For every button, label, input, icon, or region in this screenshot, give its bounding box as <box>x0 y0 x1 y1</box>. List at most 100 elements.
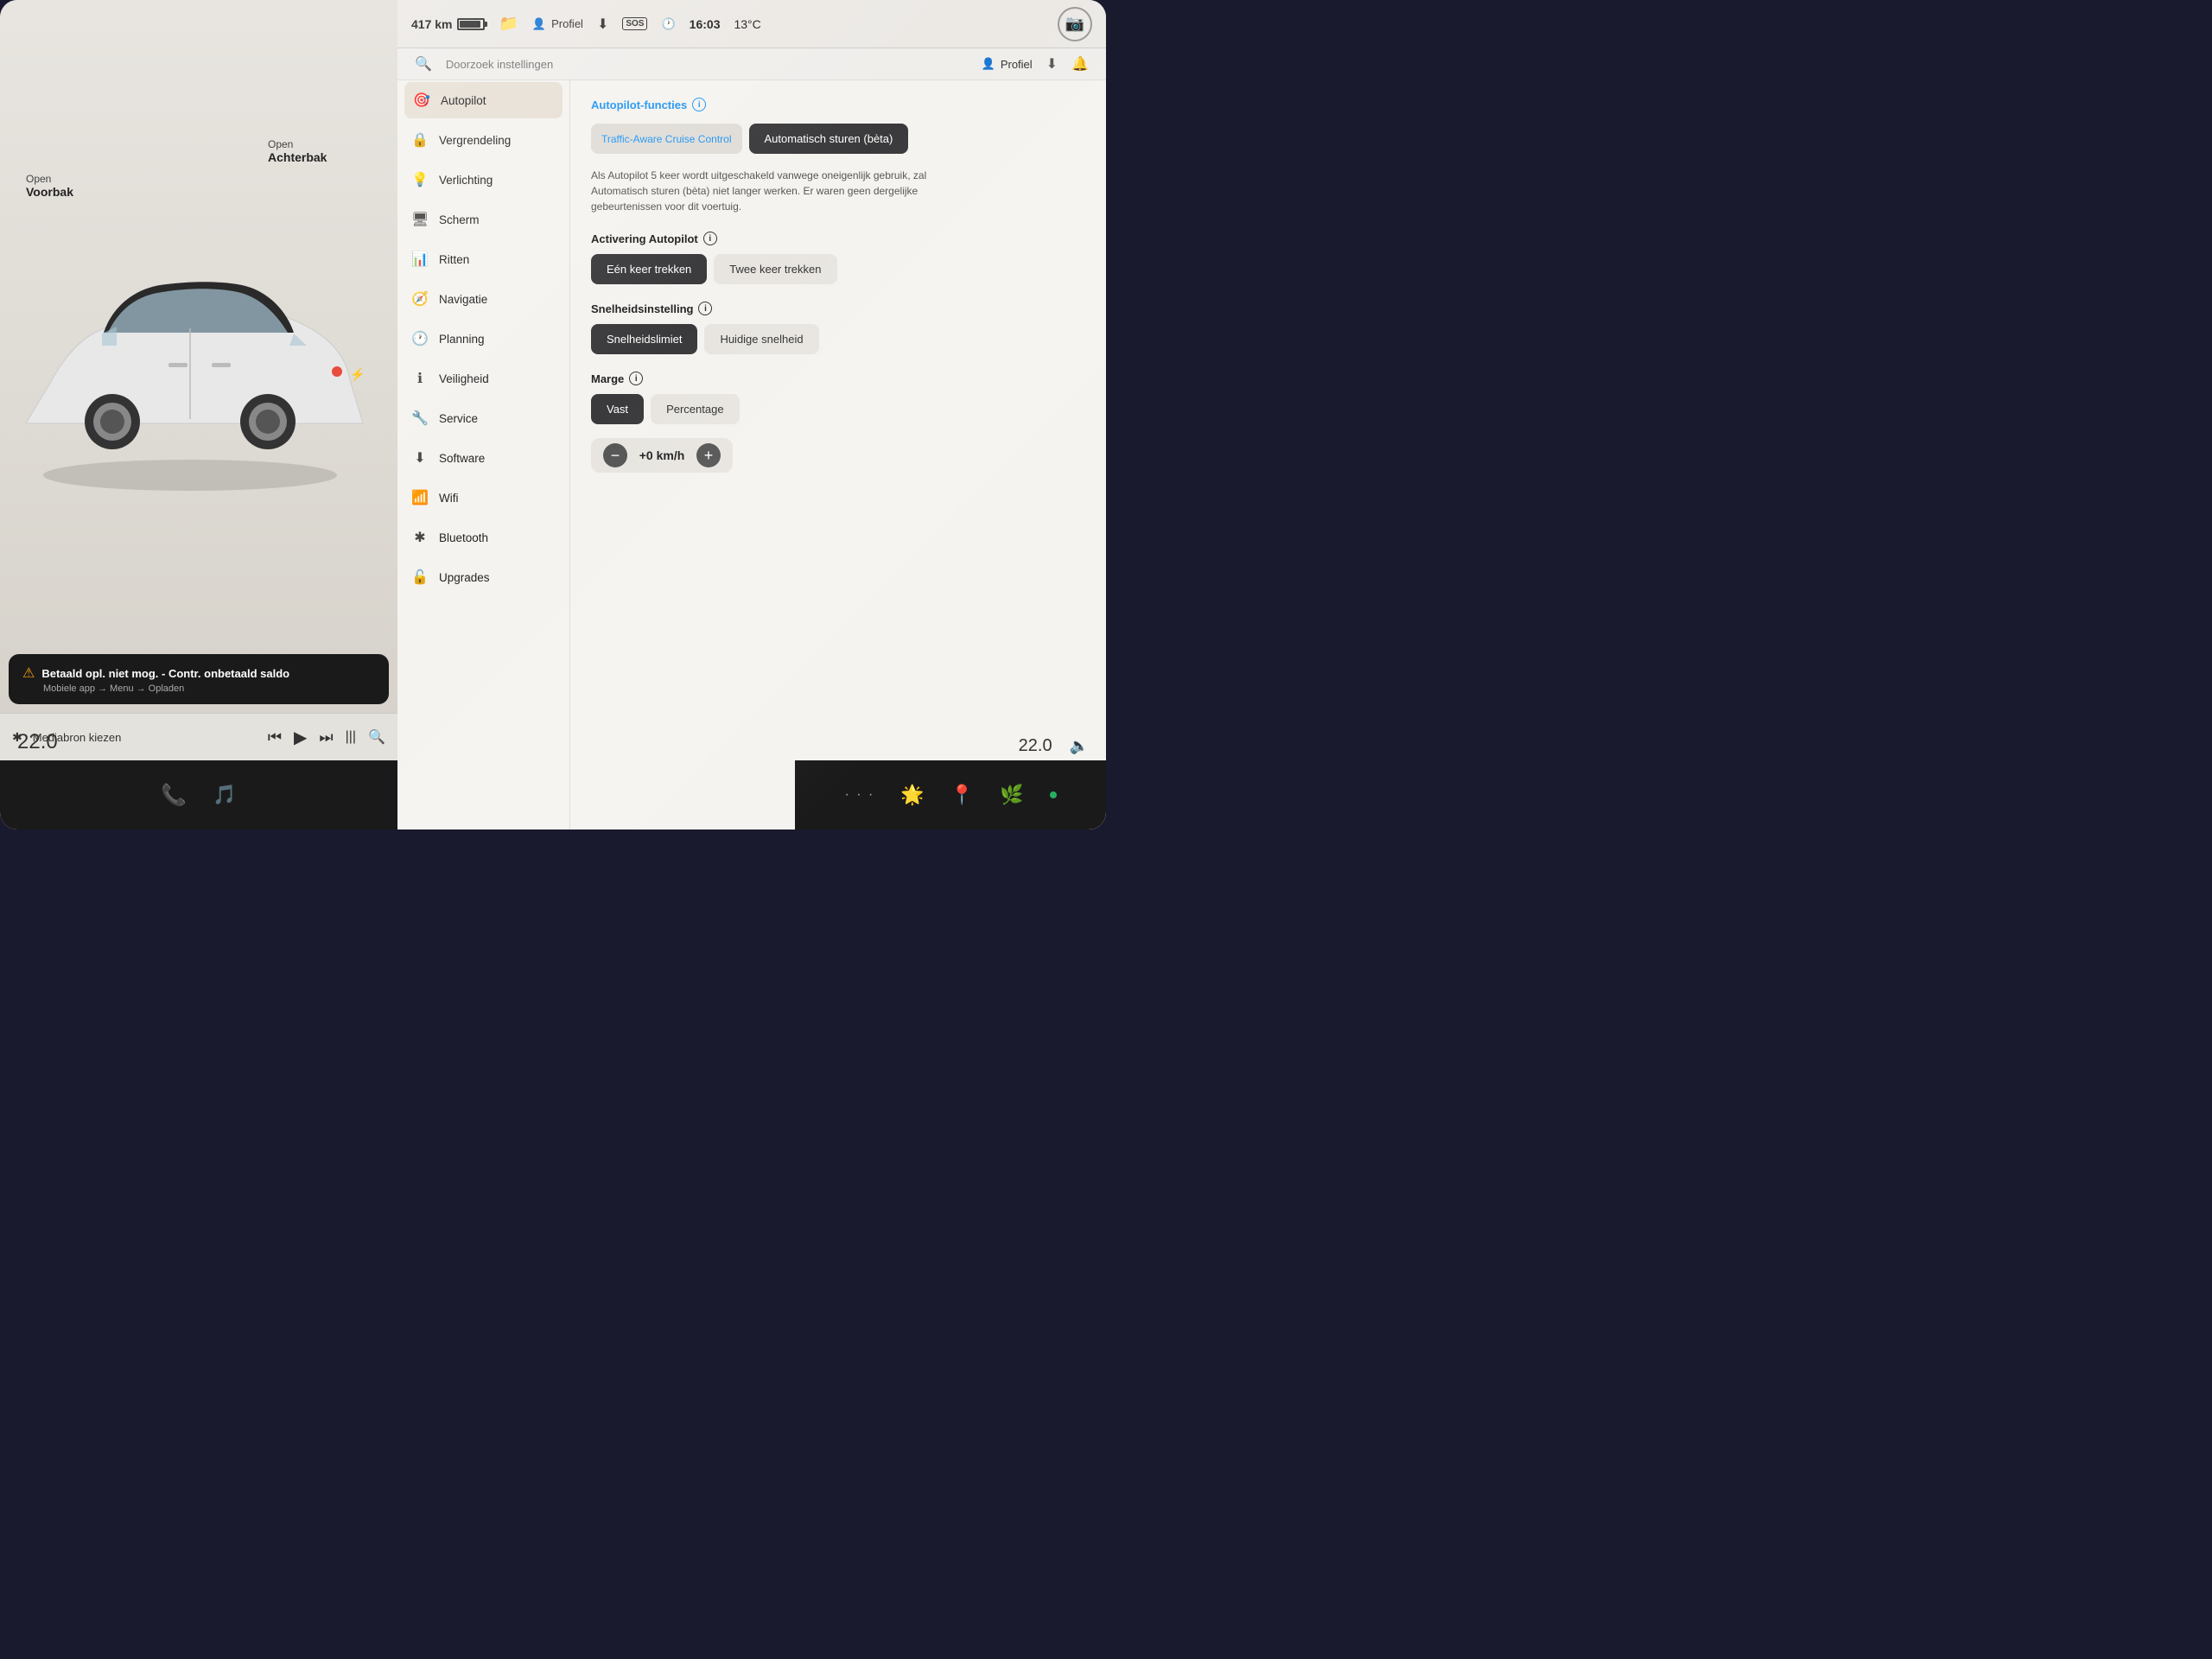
sidebar-item-software[interactable]: ⬇ Software <box>397 438 569 478</box>
info-icon-functies[interactable]: i <box>692 98 706 111</box>
service-icon: 🔧 <box>411 410 429 427</box>
sidebar-item-navigatie[interactable]: 🧭 Navigatie <box>397 279 569 319</box>
dots-icon[interactable]: · · · <box>844 787 874 803</box>
search-media-icon[interactable]: 🔍 <box>368 728 385 746</box>
info-icon-marge[interactable]: i <box>629 372 643 385</box>
sidebar-item-planning[interactable]: 🕐 Planning <box>397 319 569 359</box>
software-icon: ⬇ <box>411 449 429 467</box>
voorbak-label[interactable]: Open Voorbak <box>26 173 73 199</box>
planning-icon: 🕐 <box>411 330 429 347</box>
nav-icon-item: 🧭 <box>411 290 429 308</box>
download-top-icon[interactable]: ⬇ <box>597 16 608 33</box>
info-icon-snelheid[interactable]: i <box>698 302 712 315</box>
profiel-header-label: Profiel <box>1001 58 1033 71</box>
achterbak-label[interactable]: Open Achterbak <box>268 138 327 164</box>
marge-value: +0 km/h <box>636 448 688 462</box>
sidebar-item-verlichting[interactable]: 💡 Verlichting <box>397 160 569 200</box>
veiligheid-icon: ℹ <box>411 370 429 387</box>
prev-track-icon[interactable]: ⏮ <box>268 728 282 747</box>
next-track-icon[interactable]: ⏭ <box>319 728 333 747</box>
planning-label: Planning <box>439 333 485 346</box>
wifi-icon: 📶 <box>411 489 429 506</box>
sidebar-item-veiligheid[interactable]: ℹ Veiligheid <box>397 359 569 398</box>
huidige-snelheid-btn[interactable]: Huidige snelheid <box>704 324 818 354</box>
een-keer-btn[interactable]: Eén keer trekken <box>591 254 707 284</box>
functies-btn-group: Traffic-Aware Cruise Control Automatisch… <box>591 124 1085 154</box>
activering-section: Activering Autopilot i Eén keer trekken … <box>591 232 1085 284</box>
twee-keer-btn[interactable]: Twee keer trekken <box>714 254 836 284</box>
sidebar-item-scherm[interactable]: 🖥 Scherm <box>397 200 569 239</box>
marge-minus-btn[interactable]: − <box>603 443 627 467</box>
snelheid-btn-group: Snelheidslimiet Huidige snelheid <box>591 324 1085 354</box>
activering-title-text: Activering Autopilot <box>591 232 698 245</box>
warning-text: Betaald opl. niet mog. - Contr. onbetaal… <box>41 667 289 680</box>
bell-header-icon[interactable]: 🔔 <box>1071 55 1089 73</box>
phone-icon[interactable]: 📞 <box>161 783 187 808</box>
sidebar-item-upgrades[interactable]: 🔓 Upgrades <box>397 557 569 597</box>
snelheid-section: Snelheidsinstelling i Snelheidslimiet Hu… <box>591 302 1085 354</box>
screen-icon: 🖥 <box>411 211 429 228</box>
play-icon[interactable]: ▶ <box>294 727 307 748</box>
temp-right: 22.0 <box>1019 736 1052 756</box>
upgrades-icon: 🔓 <box>411 569 429 586</box>
tesla-logo-area: 📷 <box>1058 7 1092 41</box>
marge-title-text: Marge <box>591 372 624 385</box>
download-header-icon[interactable]: ⬇ <box>1046 55 1058 73</box>
ritten-label: Ritten <box>439 253 469 266</box>
snelheidslimiet-btn[interactable]: Snelheidslimiet <box>591 324 697 354</box>
main-content: Autopilot-functies i Traffic-Aware Cruis… <box>570 80 1106 830</box>
info-icon-activering[interactable]: i <box>703 232 717 245</box>
vast-btn[interactable]: Vast <box>591 394 644 424</box>
clock-icon: 🕐 <box>661 17 675 31</box>
camera-icon[interactable]: 📷 <box>1058 7 1092 41</box>
sos-badge[interactable]: SOS <box>622 17 647 30</box>
colorful-star-icon[interactable]: 🌟 <box>900 784 924 806</box>
media-section: ✱ Mediabron kiezen ⏮ ▶ ⏭ ||| 🔍 <box>0 713 397 760</box>
vergrendeling-label: Vergrendeling <box>439 134 511 147</box>
autopilot-icon: 🎯 <box>413 92 430 109</box>
left-taskbar: 📞 🎵 <box>0 760 397 830</box>
search-icon-settings: 🔍 <box>415 55 432 73</box>
autopilot-functies-title: Autopilot-functies i <box>591 98 1085 111</box>
profiel-button[interactable]: 👤 Profiel <box>532 17 583 31</box>
activering-btn-group: Eén keer trekken Twee keer trekken <box>591 254 1085 284</box>
sidebar-item-service[interactable]: 🔧 Service <box>397 398 569 438</box>
svg-text:⚡: ⚡ <box>350 367 365 382</box>
snelheid-label: Snelheidsinstelling i <box>591 302 1085 315</box>
sidebar-item-vergrendeling[interactable]: 🔒 Vergrendeling <box>397 120 569 160</box>
verlichting-label: Verlichting <box>439 174 493 187</box>
person-icon-header: 👤 <box>982 57 995 71</box>
bottom-right-area: 22.0 🔈 <box>1019 736 1089 756</box>
taskbar-dot <box>1050 791 1057 798</box>
warning-icon: ⚠ <box>22 664 35 682</box>
marge-section: Marge i Vast Percentage − +0 km/h + <box>591 372 1085 473</box>
equalizer-icon: ||| <box>346 729 356 745</box>
folder-icon[interactable]: 📁 <box>499 15 518 33</box>
autopilot-functies-section: Autopilot-functies i Traffic-Aware Cruis… <box>591 98 1085 214</box>
spotify-icon[interactable]: 🎵 <box>213 784 236 806</box>
sidebar-item-autopilot[interactable]: 🎯 Autopilot <box>404 82 563 118</box>
search-input[interactable] <box>446 58 700 71</box>
traffic-aware-btn[interactable]: Traffic-Aware Cruise Control <box>591 124 742 154</box>
sidebar-item-ritten[interactable]: 📊 Ritten <box>397 239 569 279</box>
profiel-header-btn[interactable]: 👤 Profiel <box>982 57 1033 71</box>
volume-icon[interactable]: 🔈 <box>1070 737 1089 755</box>
sidebar-item-wifi[interactable]: 📶 Wifi <box>397 478 569 518</box>
autopilot-functies-label: Autopilot-functies <box>591 99 687 111</box>
km-value: 417 km <box>411 17 452 31</box>
marge-type-group: Vast Percentage <box>591 394 1085 424</box>
sidebar-item-bluetooth[interactable]: ✱ Bluetooth <box>397 518 569 557</box>
location-icon[interactable]: 📍 <box>950 784 974 806</box>
settings-body: 🎯 Autopilot 🔒 Vergrendeling 💡 Verlichtin… <box>397 80 1106 830</box>
warning-notification[interactable]: ⚠ Betaald opl. niet mog. - Contr. onbeta… <box>9 654 389 704</box>
service-label: Service <box>439 412 478 425</box>
bluetooth-label: Bluetooth <box>439 531 488 544</box>
percentage-btn[interactable]: Percentage <box>651 394 740 424</box>
autopilot-description: Als Autopilot 5 keer wordt uitgeschakeld… <box>591 168 954 214</box>
marge-plus-btn[interactable]: + <box>696 443 721 467</box>
leaf-icon[interactable]: 🌿 <box>1000 784 1023 806</box>
activering-label: Activering Autopilot i <box>591 232 1085 245</box>
person-icon: 👤 <box>532 17 546 31</box>
automatisch-sturen-btn[interactable]: Automatisch sturen (bèta) <box>749 124 909 154</box>
ritten-icon: 📊 <box>411 251 429 268</box>
